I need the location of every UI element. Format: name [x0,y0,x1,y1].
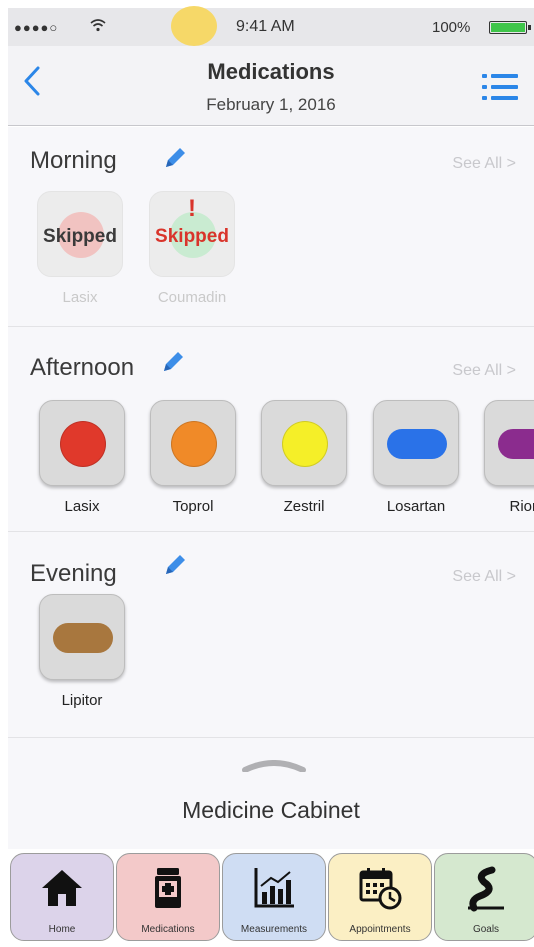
evening-section: Evening See All > Lipitor [8,540,534,740]
med-afternoon-zestril[interactable]: Zestril [259,400,349,515]
medicine-cabinet-label[interactable]: Medicine Cabinet [8,797,534,824]
pill-tile[interactable] [39,400,125,486]
morning-section: Morning See All > Skipped Lasix ! Skippe… [8,127,534,327]
section-title-evening: Evening [30,560,117,587]
pill-icon [53,623,113,653]
list-icon[interactable] [482,74,520,100]
tab-label: Appointments [349,924,411,935]
med-morning-coumadin[interactable]: ! Skipped Coumadin [147,191,237,306]
section-title-afternoon: Afternoon [30,354,135,381]
med-name: Zestril [283,498,325,515]
med-name: Lasix [62,289,98,306]
home-icon [42,870,82,906]
signal-strength: ●●●●○ [14,20,59,35]
medication-schedule: Morning See All > Skipped Lasix ! Skippe… [8,127,534,849]
pill-tile[interactable] [484,400,534,486]
pill-tile[interactable] [373,400,459,486]
alert-icon: ! [188,195,196,222]
med-afternoon-losartan[interactable]: Losartan [371,400,461,515]
med-afternoon-toprol[interactable]: Toprol [148,400,238,515]
page-title: Medications [207,59,335,84]
pill-icon [387,429,447,459]
med-name: Riom [509,498,534,515]
winding-road-icon [468,866,504,912]
tab-label: Medications [141,924,195,935]
pill-tile[interactable]: Skipped [37,191,123,277]
battery-percent: 100% [432,19,471,36]
drawer-handle-icon[interactable] [241,760,307,772]
med-afternoon-riom[interactable]: Riom [482,400,534,515]
pill-bottle-icon [155,868,181,908]
wifi-icon [90,18,106,35]
tab-medications[interactable]: Medications [116,853,220,941]
med-afternoon-lasix[interactable]: Lasix [37,400,127,515]
sun-icon [171,6,217,46]
clock-time: 9:41 AM [236,18,295,35]
skipped-status: Skipped [155,226,229,247]
tab-label: Goals [472,924,500,935]
pencil-icon[interactable] [160,550,190,580]
med-name: Coumadin [157,289,227,306]
page-date: February 1, 2016 [206,95,336,114]
status-bar: ●●●●○ 9:41 AM 100% [8,6,534,46]
tab-label: Measurements [240,924,308,935]
pill-icon [498,429,534,459]
tab-measurements[interactable]: Measurements [222,853,326,941]
pencil-icon[interactable] [158,347,188,377]
med-name: Toprol [172,498,214,515]
pill-tile[interactable]: ! Skipped [149,191,235,277]
bar-chart-icon [254,868,294,908]
tab-bar: Home Medications Measurements Appointmen… [8,849,534,947]
pill-icon [171,421,217,467]
med-morning-lasix[interactable]: Skipped Lasix [35,191,125,306]
calendar-clock-icon [359,868,402,910]
tab-home[interactable]: Home [10,853,114,941]
battery-icon [489,21,531,34]
divider [8,531,534,532]
pill-icon [282,421,328,467]
tab-label: Home [48,924,76,935]
med-evening-lipitor[interactable]: Lipitor [37,594,127,709]
pill-tile[interactable] [150,400,236,486]
tab-appointments[interactable]: Appointments [328,853,432,941]
pill-tile[interactable] [39,594,125,680]
pill-tile[interactable] [261,400,347,486]
see-all-afternoon[interactable]: See All > [452,362,516,380]
see-all-evening[interactable]: See All > [452,568,516,586]
pencil-icon[interactable] [160,143,190,173]
skipped-status: Skipped [43,226,117,247]
divider [8,326,534,327]
section-title-morning: Morning [30,147,117,174]
see-all-morning[interactable]: See All > [452,155,516,173]
divider [8,737,534,738]
navigation-bar: Medications February 1, 2016 [8,46,534,126]
med-name: Lasix [64,498,100,515]
med-name: Lipitor [61,692,103,709]
tab-goals[interactable]: Goals [434,853,534,941]
med-name: Losartan [386,498,446,515]
afternoon-section: Afternoon See All > Lasix Toprol Zestril… [8,334,534,534]
pill-icon [60,421,106,467]
